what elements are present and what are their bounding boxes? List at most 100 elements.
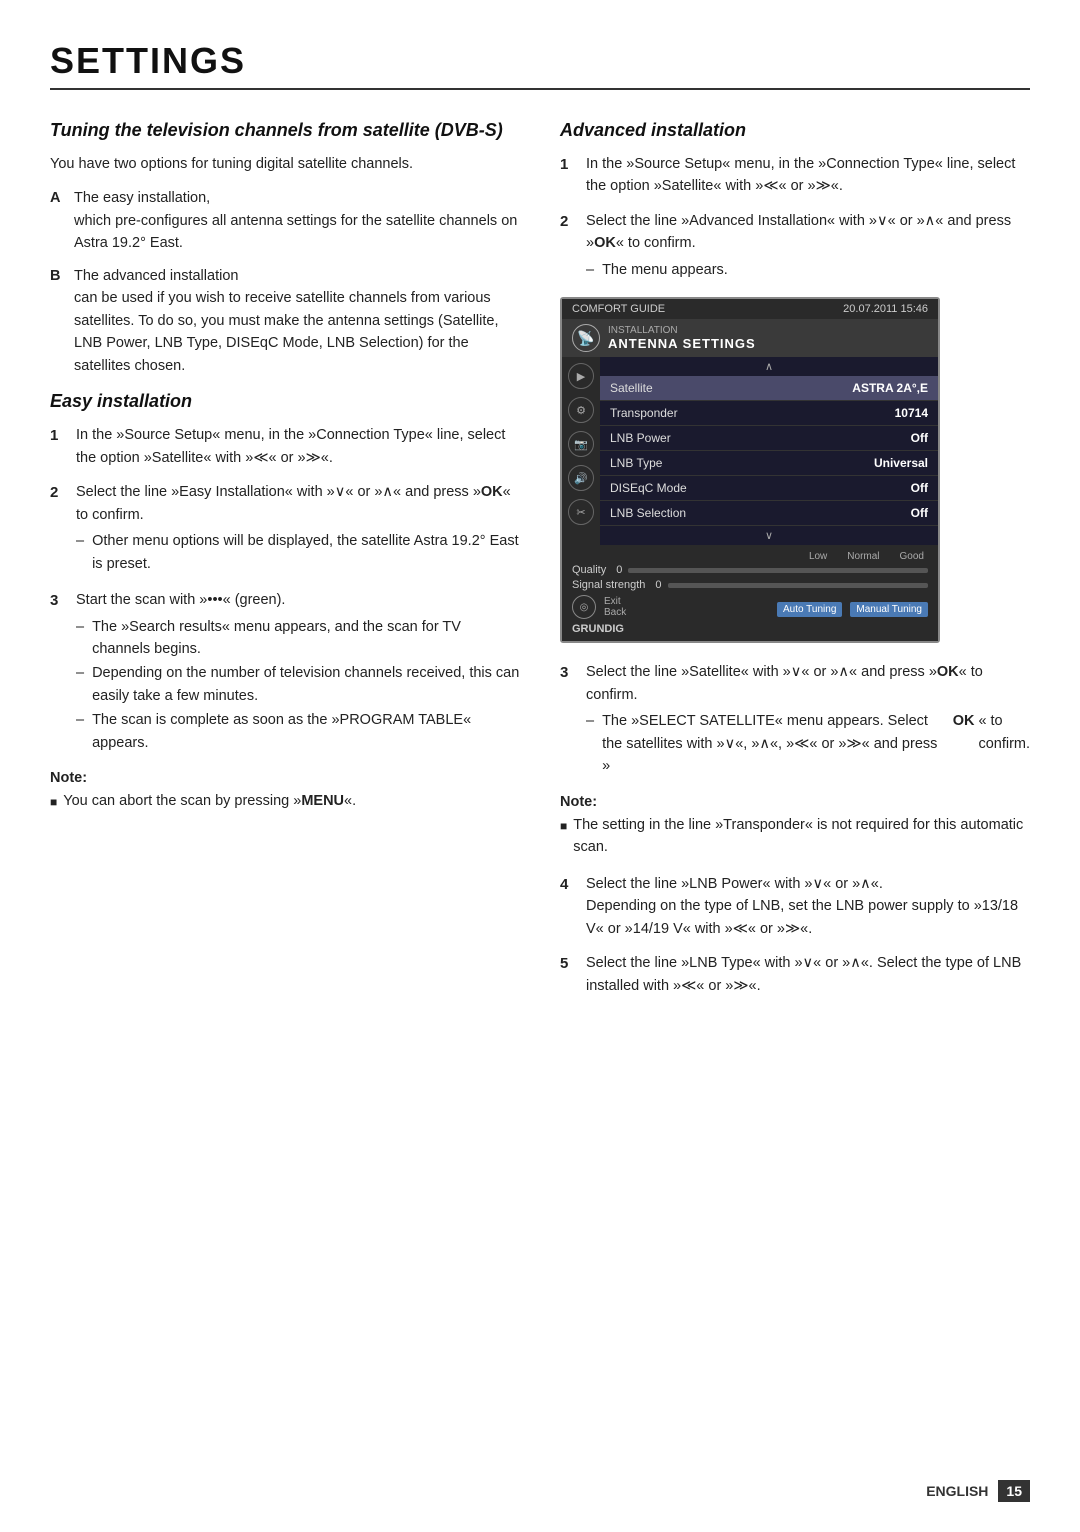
note-bullet-icon: ■ (50, 793, 57, 812)
tv-installation-label: INSTALLATION (608, 325, 756, 336)
page-footer: ENGLISH 15 (926, 1480, 1030, 1502)
option-b: B The advanced installation can be used … (50, 265, 520, 377)
adv-step-4: 4 Select the line »LNB Power« with »∨« o… (560, 873, 1030, 940)
page-title: SETTINGS (50, 40, 1030, 90)
tv-back-label: Back (604, 607, 626, 618)
tv-title-bar: 📡 INSTALLATION ANTENNA SETTINGS (562, 319, 938, 357)
easy-step-3-sub-2: Depending on the number of television ch… (76, 662, 520, 707)
easy-steps-list: 1 In the »Source Setup« menu, in the »Co… (50, 424, 520, 756)
easy-install-heading: Easy installation (50, 391, 520, 412)
option-a: A The easy installation, which pre-confi… (50, 187, 520, 254)
adv-step-3: 3 Select the line »Satellite« with »∨« o… (560, 661, 1030, 779)
option-list: A The easy installation, which pre-confi… (50, 187, 520, 377)
intro-text: You have two options for tuning digital … (50, 153, 520, 175)
tv-row-lnb-type: LNB Type Universal (600, 451, 938, 476)
easy-step-3-sub-1: The »Search results« menu appears, and t… (76, 616, 520, 661)
tv-sidebar-icon-1: ▶ (568, 363, 594, 389)
adv-step-5-num: 5 (560, 952, 578, 997)
tv-scroll-down: ∨ (600, 526, 938, 545)
main-content: Tuning the television channels from sate… (50, 120, 1030, 1011)
adv-note-2-label: Note: (560, 794, 1030, 810)
option-b-sub: can be used if you wish to receive satel… (74, 290, 499, 373)
footer-page-number: 15 (998, 1480, 1030, 1502)
tv-nav-buttons: ◎ Exit Back (572, 595, 626, 619)
left-column: Tuning the television channels from sate… (50, 120, 520, 1011)
option-b-label: B (50, 265, 66, 377)
adv-step-3-sub-1: The »SELECT SATELLITE« menu appears. Sel… (586, 710, 1030, 777)
easy-step-1: 1 In the »Source Setup« menu, in the »Co… (50, 424, 520, 469)
adv-step-3-content: Select the line »Satellite« with »∨« or … (586, 661, 1030, 779)
tv-quality-bar: Quality 0 (572, 564, 928, 576)
adv-note-2: Note: ■ The setting in the line »Transpo… (560, 794, 1030, 859)
tv-quality-label: Quality (572, 564, 606, 576)
easy-note-text: You can abort the scan by pressing »MENU… (63, 790, 356, 812)
adv-note-bullet-icon: ■ (560, 817, 567, 859)
tv-signal-label: Signal strength (572, 579, 645, 591)
tv-sidebar-icon-3: 📷 (568, 431, 594, 457)
tv-content-rows: ∧ Satellite ASTRA 2A°,E Transponder 1071… (600, 357, 938, 545)
adv-note-2-item: ■ The setting in the line »Transponder« … (560, 814, 1030, 859)
easy-step-2-sub: Other menu options will be displayed, th… (76, 530, 520, 575)
tv-sidebar-icon-4: 🔊 (568, 465, 594, 491)
tv-bottom-section: Low Normal Good Quality 0 Signal strengt… (562, 545, 938, 641)
option-a-label: A (50, 187, 66, 254)
easy-note-label: Note: (50, 770, 520, 786)
easy-step-2-num: 2 (50, 481, 68, 577)
tv-scroll-up: ∧ (600, 357, 938, 376)
footer-language: ENGLISH (926, 1483, 988, 1499)
adv-step-3-sub: The »SELECT SATELLITE« menu appears. Sel… (586, 710, 1030, 777)
adv-step-1: 1 In the »Source Setup« menu, in the »Co… (560, 153, 1030, 198)
easy-step-3-subs: The »Search results« menu appears, and t… (76, 616, 520, 755)
tv-sidebar-icon-2: ⚙ (568, 397, 594, 423)
tv-sidebar: ▶ ⚙ 📷 🔊 ✂ (562, 357, 600, 545)
tv-main-title: ANTENNA SETTINGS (608, 336, 756, 351)
option-a-title: The easy installation, (74, 190, 210, 206)
tv-label-normal: Normal (847, 551, 879, 562)
tv-row-transponder: Transponder 10714 (600, 401, 938, 426)
easy-step-3: 3 Start the scan with »•••« (green). The… (50, 589, 520, 756)
adv-install-heading: Advanced installation (560, 120, 1030, 141)
tv-nav-circle: ◎ (572, 595, 596, 619)
tv-row-lnb-power: LNB Power Off (600, 426, 938, 451)
tv-comfort-guide: COMFORT GUIDE (572, 303, 665, 315)
easy-step-1-num: 1 (50, 424, 68, 469)
tv-brand-logo: GRUNDIG (572, 623, 928, 635)
adv-step-4-content: Select the line »LNB Power« with »∨« or … (586, 873, 1030, 940)
tv-signal-bar: Signal strength 0 (572, 579, 928, 591)
adv-step-5-content: Select the line »LNB Type« with »∨« or »… (586, 952, 1030, 997)
tv-exit-label: Exit (604, 596, 626, 607)
option-a-sub: which pre-configures all antenna setting… (74, 213, 517, 251)
tv-label-good: Good (900, 551, 924, 562)
adv-step-2-sub-1: The menu appears. (586, 259, 1030, 281)
easy-note: Note: ■ You can abort the scan by pressi… (50, 770, 520, 812)
adv-steps-list: 1 In the »Source Setup« menu, in the »Co… (560, 153, 1030, 283)
easy-step-3-content: Start the scan with »•••« (green). The »… (76, 589, 520, 756)
tv-datetime: 20.07.2011 15:46 (843, 303, 928, 315)
tv-menu-area: ▶ ⚙ 📷 🔊 ✂ ∧ Satellite ASTRA 2A°,E Transp… (562, 357, 938, 545)
easy-step-3-sub-3: The scan is complete as soon as the »PRO… (76, 709, 520, 754)
easy-note-item-1: ■ You can abort the scan by pressing »ME… (50, 790, 520, 812)
adv-note-2-text: The setting in the line »Transponder« is… (573, 814, 1030, 859)
tv-action-buttons: Auto Tuning Manual Tuning (777, 602, 928, 617)
tv-bar-labels: Low Normal Good (572, 551, 928, 562)
adv-step-1-num: 1 (560, 153, 578, 198)
easy-step-1-content: In the »Source Setup« menu, in the »Conn… (76, 424, 520, 469)
tv-manual-tuning-btn[interactable]: Manual Tuning (850, 602, 928, 617)
adv-step-4-num: 4 (560, 873, 578, 940)
tv-sidebar-icon-5: ✂ (568, 499, 594, 525)
tv-auto-tuning-btn[interactable]: Auto Tuning (777, 602, 842, 617)
option-a-content: The easy installation, which pre-configu… (74, 187, 520, 254)
option-b-content: The advanced installation can be used if… (74, 265, 520, 377)
adv-steps-3-list: 4 Select the line »LNB Power« with »∨« o… (560, 873, 1030, 997)
tv-row-satellite: Satellite ASTRA 2A°,E (600, 376, 938, 401)
adv-step-2-content: Select the line »Advanced Installation« … (586, 210, 1030, 283)
adv-step-5: 5 Select the line »LNB Type« with »∨« or… (560, 952, 1030, 997)
easy-step-3-num: 3 (50, 589, 68, 756)
tv-row-lnb-sel: LNB Selection Off (600, 501, 938, 526)
adv-step-1-content: In the »Source Setup« menu, in the »Conn… (586, 153, 1030, 198)
tv-title-text: INSTALLATION ANTENNA SETTINGS (608, 325, 756, 351)
main-section-heading: Tuning the television channels from sate… (50, 120, 520, 141)
tv-bars: Quality 0 Signal strength 0 (572, 564, 928, 591)
right-column: Advanced installation 1 In the »Source S… (560, 120, 1030, 1011)
tv-label-low: Low (809, 551, 827, 562)
